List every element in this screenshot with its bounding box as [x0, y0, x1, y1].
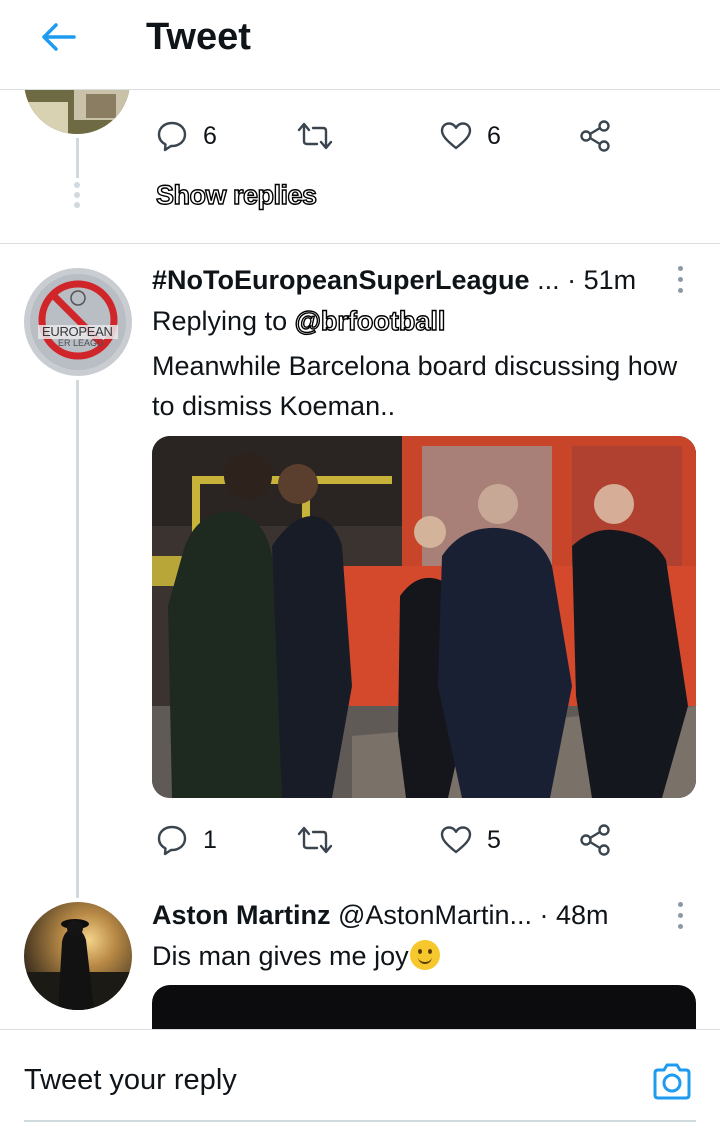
share-icon [579, 119, 613, 153]
tweet-text: Dis man gives me joy [152, 936, 692, 976]
avatar-logo-subtext: ER LEAGU [58, 338, 104, 348]
avatar-logo-text: EUROPEAN [42, 324, 113, 339]
reply-button[interactable]: 6 [155, 118, 217, 154]
reply-icon [155, 823, 189, 857]
replying-to: Replying to @brfootball [152, 304, 446, 338]
tweet-text-content: Dis man gives me joy [152, 941, 409, 971]
camera-icon [653, 1063, 691, 1100]
no-super-league-logo [24, 268, 132, 376]
reply-button[interactable]: 1 [155, 822, 217, 858]
reply-input[interactable]: Tweet your reply [24, 1064, 237, 1097]
display-name[interactable]: #NoToEuropeanSuperLeague [152, 265, 530, 295]
like-icon [439, 823, 473, 857]
handle: @AstonMartin... [338, 900, 532, 930]
retweet-icon [297, 119, 333, 153]
share-button[interactable] [579, 118, 613, 154]
timestamp: · 48m [539, 900, 609, 930]
tweet-photo [152, 436, 696, 798]
reply-icon [155, 119, 189, 153]
share-button[interactable] [579, 822, 613, 858]
retweet-button[interactable] [297, 822, 333, 858]
timestamp: · 51m [567, 265, 637, 295]
smiling-face-emoji-icon [409, 940, 440, 970]
page-title: Tweet [146, 16, 251, 58]
like-count: 6 [487, 121, 501, 150]
reply-count: 1 [203, 825, 217, 854]
retweet-icon [297, 823, 333, 857]
mention-link[interactable]: @brfootball [294, 305, 446, 336]
reply-count: 6 [203, 121, 217, 150]
tweet2-header: Aston Martinz @AstonMartin... · 48m [152, 898, 609, 932]
like-button[interactable]: 6 [439, 118, 501, 154]
prev-tweet-actions: 6 6 [155, 118, 625, 154]
share-icon [579, 823, 613, 857]
more-options-button[interactable] [672, 266, 688, 296]
retweet-button[interactable] [297, 118, 333, 154]
thread-continuation-dots [73, 182, 81, 210]
tweet1-avatar[interactable]: EUROPEAN ER LEAGU [24, 268, 132, 376]
thread-line [76, 138, 79, 178]
camera-button[interactable] [650, 1060, 694, 1104]
back-button[interactable] [30, 14, 86, 60]
show-replies-link[interactable]: Show replies [155, 179, 317, 211]
handle-truncated: ... [537, 265, 560, 295]
replying-prefix: Replying to [152, 306, 288, 336]
avatar-image [24, 902, 132, 1010]
tweet-text: Meanwhile Barcelona board discussing how… [152, 351, 678, 421]
top-app-bar: Tweet [0, 0, 720, 90]
back-arrow-icon [42, 23, 76, 51]
tweet1-actions: 1 5 [155, 822, 625, 858]
tweet2-avatar[interactable] [24, 902, 132, 1010]
like-icon [439, 119, 473, 153]
tweet-image[interactable] [152, 436, 696, 798]
section-divider [0, 243, 720, 244]
thread-line [76, 380, 79, 898]
more-options-button[interactable] [672, 902, 688, 932]
tweet1-header: #NoToEuropeanSuperLeague ... · 51m [152, 263, 636, 297]
reply-composer: Tweet your reply [0, 1029, 720, 1122]
display-name[interactable]: Aston Martinz [152, 900, 331, 930]
like-button[interactable]: 5 [439, 822, 501, 858]
like-count: 5 [487, 825, 501, 854]
